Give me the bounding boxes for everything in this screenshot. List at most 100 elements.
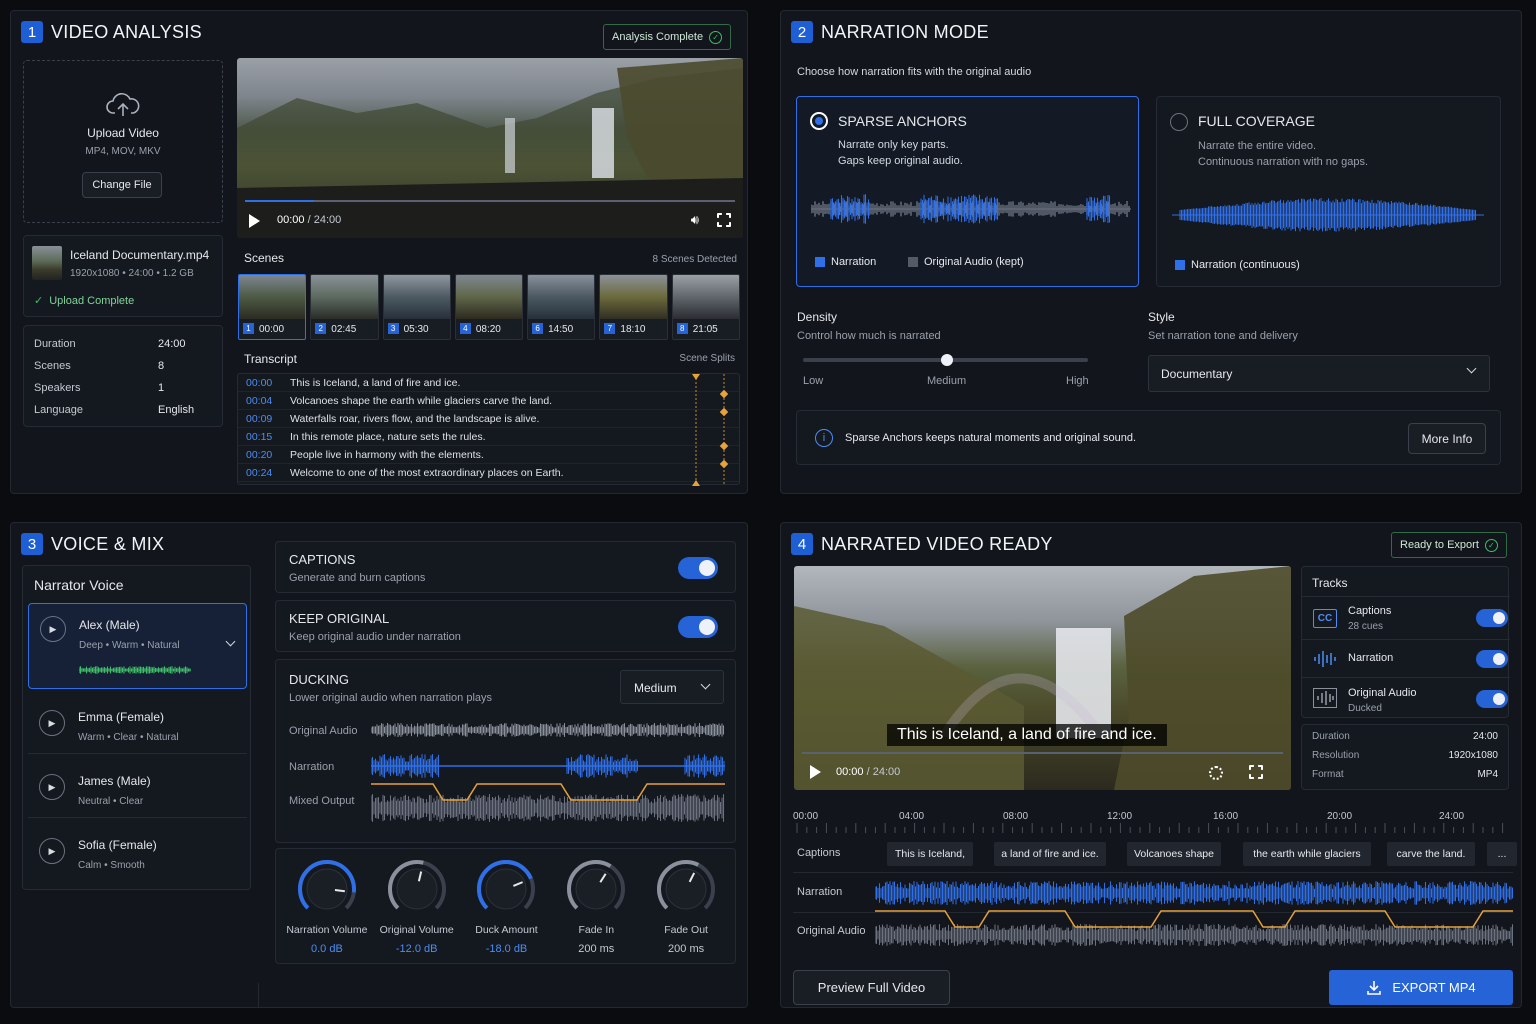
transcript-row[interactable]: 00:09 Waterfalls roar, rivers flow, and t… — [238, 410, 739, 428]
panel-title: 2 NARRATION MODE — [791, 21, 989, 43]
transcript-row[interactable]: 00:20 People live in harmony with the ele… — [238, 446, 739, 464]
info-value: 24:00 — [1473, 731, 1498, 750]
mix-knob[interactable]: Duck Amount -18.0 dB — [466, 849, 546, 965]
mix-knob[interactable]: Fade Out 200 ms — [646, 849, 726, 965]
caption-chip[interactable]: a land of fire and ice. — [994, 842, 1106, 866]
style-select[interactable]: Documentary — [1148, 355, 1490, 392]
video-player[interactable]: 00:00 / 24:00 🔊︎ — [237, 58, 743, 238]
transcript-row[interactable]: 00:24 Welcome to one of the most extraord… — [238, 464, 739, 482]
sparse-anchors-option[interactable]: SPARSE ANCHORS Narrate only key parts. G… — [796, 96, 1139, 287]
scene-thumbnail[interactable]: 4 08:20 — [455, 274, 523, 340]
slider-thumb[interactable] — [941, 354, 953, 366]
info-label: Duration — [1312, 731, 1350, 750]
play-sample-icon[interactable]: ▶ — [40, 616, 66, 642]
knob-dial[interactable] — [474, 857, 538, 921]
video-progress-track[interactable] — [245, 200, 735, 202]
transcript-row[interactable]: 00:15 In this remote place, nature sets t… — [238, 428, 739, 446]
caption-chip[interactable]: Volcanoes shape — [1127, 842, 1221, 866]
captions-track-toggle[interactable] — [1476, 609, 1508, 627]
change-file-button[interactable]: Change File — [82, 172, 162, 198]
video-analysis-panel: 1 VIDEO ANALYSIS Analysis Complete ✓ Upl… — [10, 10, 748, 494]
upload-status-text: Upload Complete — [49, 295, 134, 307]
scene-image — [600, 275, 666, 319]
scene-thumbnail[interactable]: 1 00:00 — [238, 274, 306, 340]
knob-dial[interactable] — [564, 857, 628, 921]
transcript-row[interactable]: 00:00 This is Iceland, a land of fire and… — [238, 374, 739, 392]
voice-item-alex[interactable]: ▶ Alex (Male) Deep • Warm • Natural — [28, 603, 247, 689]
volume-icon[interactable]: 🔊︎ — [691, 212, 699, 228]
play-icon[interactable] — [249, 214, 260, 228]
knob-dial[interactable] — [295, 857, 359, 921]
transcript-text: Volcanoes shape the earth while glaciers… — [290, 395, 552, 407]
more-info-button[interactable]: More Info — [1408, 423, 1486, 454]
play-icon[interactable] — [810, 765, 821, 779]
video-stats: Duration 24:00 Scenes 8 Speakers 1 Language… — [23, 325, 223, 427]
time-display: 00:00 / 24:00 — [277, 214, 341, 226]
scene-splits-label: Scene Splits — [679, 353, 735, 364]
caption-chip[interactable]: the earth while glaciers — [1243, 842, 1371, 866]
play-sample-icon[interactable]: ▶ — [39, 774, 65, 800]
caption-chip[interactable]: carve the land. — [1387, 842, 1475, 866]
badge-label: Analysis Complete — [612, 31, 703, 43]
density-high: High — [1066, 375, 1089, 387]
video-frame-scene — [794, 566, 1291, 790]
track-name: Original Audio — [1348, 687, 1417, 699]
narration-track-toggle[interactable] — [1476, 650, 1508, 668]
stat-row: Duration 24:00 — [24, 334, 222, 356]
scene-thumbnail[interactable]: 3 05:30 — [383, 274, 451, 340]
original-track-toggle[interactable] — [1476, 690, 1508, 708]
timeline-label: Narration — [797, 886, 842, 898]
export-label: EXPORT MP4 — [1392, 980, 1475, 995]
scene-thumbnail[interactable]: 6 14:50 — [527, 274, 595, 340]
chevron-down-icon[interactable] — [226, 637, 236, 647]
ducking-select[interactable]: Medium — [620, 670, 724, 704]
caption-chip[interactable]: ... — [1487, 842, 1517, 866]
captions-toggle[interactable] — [678, 557, 718, 579]
final-video-player[interactable]: This is Iceland, a land of fire and ice.… — [794, 566, 1291, 790]
knob-dial[interactable] — [385, 857, 449, 921]
knob-dial[interactable] — [654, 857, 718, 921]
transcript-row[interactable]: 00:04 Volcanoes shape the earth while gla… — [238, 392, 739, 410]
preview-full-video-button[interactable]: Preview Full Video — [793, 970, 950, 1005]
cloud-upload-icon — [106, 91, 140, 119]
transcript-time: 00:15 — [246, 431, 272, 443]
density-slider[interactable] — [803, 358, 1088, 362]
captions-setting: CAPTIONS Generate and burn captions — [275, 541, 736, 593]
voice-item-sofia[interactable]: ▶ Sofia (Female) Calm • Smooth — [28, 822, 247, 882]
play-sample-icon[interactable]: ▶ — [39, 710, 65, 736]
transcript-time: 00:20 — [246, 449, 272, 461]
caption-chip[interactable]: This is Iceland, — [887, 842, 973, 866]
voice-item-james[interactable]: ▶ James (Male) Neutral • Clear — [28, 758, 247, 818]
sparse-waveform — [811, 189, 1131, 229]
legend-swatch-blue — [1175, 260, 1185, 270]
mix-knob[interactable]: Fade In 200 ms — [556, 849, 636, 965]
mix-knob[interactable]: Narration Volume 0.0 dB — [287, 849, 367, 965]
legend-swatch-blue — [815, 257, 825, 267]
stat-label: Language — [34, 404, 158, 418]
keep-original-toggle[interactable] — [678, 616, 718, 638]
setting-subtitle: Lower original audio when narration play… — [289, 692, 492, 704]
scene-thumbnail[interactable]: 8 21:05 — [672, 274, 740, 340]
timeline-waveforms — [875, 875, 1513, 955]
legend-label: Narration — [831, 256, 876, 268]
upload-dropzone[interactable]: Upload Video MP4, MOV, MKV Change File — [23, 60, 223, 223]
scene-thumbnail[interactable]: 2 02:45 — [310, 274, 378, 340]
radio-unselected[interactable] — [1170, 113, 1188, 131]
scene-number: 6 — [532, 323, 543, 334]
mix-knob[interactable]: Original Volume -12.0 dB — [377, 849, 457, 965]
play-sample-icon[interactable]: ▶ — [39, 838, 65, 864]
stat-value: 24:00 — [158, 338, 186, 352]
timeline-divider — [793, 872, 1513, 873]
settings-gear-icon[interactable] — [1209, 766, 1223, 780]
voice-item-emma[interactable]: ▶ Emma (Female) Warm • Clear • Natural — [28, 694, 247, 754]
scene-number: 7 — [604, 323, 615, 334]
ruler-label: 08:00 — [1003, 811, 1028, 822]
full-coverage-option[interactable]: FULL COVERAGE Narrate the entire video. … — [1156, 96, 1501, 287]
waveform-icon — [1313, 651, 1337, 667]
stat-row: Scenes 8 — [24, 356, 222, 378]
export-mp4-button[interactable]: EXPORT MP4 — [1329, 970, 1513, 1005]
video-progress-track[interactable] — [802, 752, 1283, 754]
radio-selected[interactable] — [810, 112, 828, 130]
scene-thumbnail[interactable]: 7 18:10 — [599, 274, 667, 340]
transcript-time: 00:24 — [246, 467, 272, 479]
